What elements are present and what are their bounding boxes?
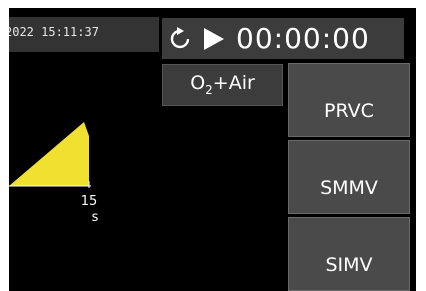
timer-control[interactable]: 00:00:00: [162, 18, 404, 59]
x-tick-label: 15: [80, 194, 98, 209]
timer-value: 00:00:00: [236, 22, 370, 55]
mode-button-simv[interactable]: SIMV: [288, 217, 410, 291]
x-unit-label: s: [91, 210, 99, 225]
datetime-display: 2022 15:11:37: [9, 17, 159, 52]
ventilator-screen: 2022 15:11:37 00:00:00 O2+Air PRVC SMMV …: [9, 8, 416, 291]
reset-icon[interactable]: [168, 26, 194, 52]
waveform-fill: [9, 122, 89, 186]
gas-mode-button[interactable]: O2+Air: [162, 64, 283, 106]
mode-button-prvc[interactable]: PRVC: [288, 63, 410, 137]
gas-mode-label: O2+Air: [190, 72, 255, 97]
waveform-panel: 15 s: [9, 108, 159, 248]
mode-button-smmv[interactable]: SMMV: [288, 140, 410, 214]
mode-label-smmv: SMMV: [320, 177, 378, 199]
play-icon[interactable]: [202, 27, 226, 51]
datetime-text: 2022 15:11:37: [9, 25, 99, 39]
mode-label-prvc: PRVC: [324, 100, 374, 122]
waveform-chart: [9, 122, 91, 188]
mode-label-simv: SIMV: [325, 254, 373, 276]
